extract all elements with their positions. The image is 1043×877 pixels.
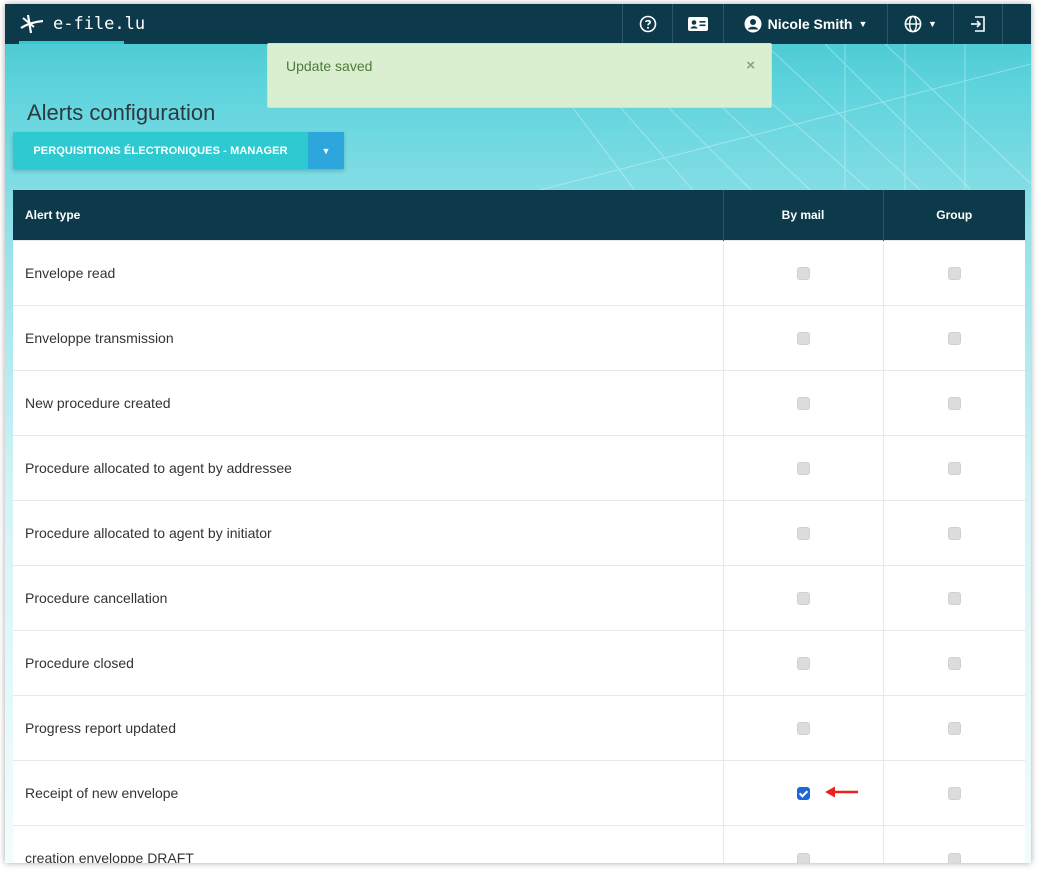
header-by-mail: By mail [723,190,884,240]
group-cell [883,759,1025,825]
app-window: e-file.lu Nicole Smith ▼ ▼ Update saved … [5,4,1031,863]
group-cell [883,369,1025,435]
by-mail-cell [723,239,884,305]
chevron-down-icon: ▼ [858,19,868,29]
table-row: Procedure closed [13,629,1025,695]
chevron-down-icon: ▼ [928,19,937,29]
alert-type-label: Procedure allocated to agent by initiato… [13,499,724,565]
alert-type-label: Enveloppe transmission [13,304,724,370]
table-row: Procedure allocated to agent by initiato… [13,499,1025,565]
by-mail-cell [723,759,884,825]
alert-type-label: creation enveloppe DRAFT [13,824,724,863]
user-name: Nicole Smith [767,16,853,32]
profile-selector-toggle[interactable]: ▼ [308,132,344,169]
chevron-down-icon: ▼ [321,145,331,156]
contacts-button[interactable] [672,4,723,44]
group-checkbox[interactable] [947,592,961,606]
group-cell [883,499,1025,565]
table-row: Progress report updated [13,694,1025,760]
alert-type-label: Procedure closed [13,629,724,695]
group-cell [883,694,1025,760]
alert-type-label: Procedure cancellation [13,564,724,630]
brand-logo-icon [20,14,44,34]
profile-selector-button[interactable]: PERQUISITIONS ÉLECTRONIQUES - MANAGER [13,132,308,169]
table-row: Receipt of new envelope [13,759,1025,825]
table-row: Procedure allocated to agent by addresse… [13,434,1025,500]
by-mail-cell [723,434,884,500]
success-alert: Update saved × [267,43,772,108]
by-mail-checkbox[interactable] [796,462,810,476]
header-group: Group [883,190,1025,240]
group-checkbox[interactable] [947,462,961,476]
question-circle-icon [639,15,656,33]
globe-icon [904,15,922,33]
group-checkbox[interactable] [947,332,961,346]
by-mail-checkbox[interactable] [796,592,810,606]
by-mail-checkbox[interactable] [796,787,810,801]
page-title: Alerts configuration [27,100,216,125]
by-mail-checkbox[interactable] [796,332,810,346]
brand-name: e-file.lu [53,14,146,34]
group-cell [883,629,1025,695]
profile-selector: PERQUISITIONS ÉLECTRONIQUES - MANAGER ▼ [13,132,344,169]
group-checkbox[interactable] [947,787,961,801]
by-mail-cell [723,369,884,435]
annotation-arrow-icon [824,786,858,797]
user-menu[interactable]: Nicole Smith ▼ [723,4,887,44]
alert-type-label: Receipt of new envelope [13,759,724,825]
group-cell [883,564,1025,630]
alert-type-label: Progress report updated [13,694,724,760]
table-row: New procedure created [13,369,1025,435]
alerts-table-body: Envelope read Enveloppe transmission New p… [13,239,1025,863]
by-mail-checkbox[interactable] [796,527,810,541]
by-mail-checkbox[interactable] [796,657,810,671]
table-header-row: Alert type By mail Group [13,190,1025,240]
logout-button[interactable] [953,4,1003,44]
by-mail-cell [723,564,884,630]
by-mail-cell [723,304,884,370]
group-checkbox[interactable] [947,852,961,863]
group-checkbox[interactable] [947,397,961,411]
by-mail-cell [723,694,884,760]
alert-type-label: Envelope read [13,239,724,305]
by-mail-checkbox[interactable] [796,852,810,863]
language-menu[interactable]: ▼ [887,4,953,44]
by-mail-cell [723,499,884,565]
alert-type-label: Procedure allocated to agent by addresse… [13,434,724,500]
help-button[interactable] [622,4,672,44]
group-cell [883,239,1025,305]
alert-type-label: New procedure created [13,369,724,435]
close-icon[interactable]: × [746,57,755,74]
by-mail-checkbox[interactable] [796,722,810,736]
group-checkbox[interactable] [947,267,961,281]
alert-message: Update saved [286,58,373,74]
group-checkbox[interactable] [947,722,961,736]
by-mail-checkbox[interactable] [796,397,810,411]
table-row: Envelope read [13,239,1025,305]
table-row: Enveloppe transmission [13,304,1025,370]
brand[interactable]: e-file.lu [19,4,145,44]
table-row: creation enveloppe DRAFT [13,824,1025,863]
user-circle-icon [744,15,762,33]
by-mail-cell [723,824,884,863]
contact-card-icon [688,17,708,31]
group-checkbox[interactable] [947,657,961,671]
by-mail-cell [723,629,884,695]
logout-icon [971,16,985,32]
header-alert-type: Alert type [13,190,724,240]
group-cell [883,824,1025,863]
by-mail-checkbox[interactable] [796,267,810,281]
table-row: Procedure cancellation [13,564,1025,630]
active-tab-indicator [19,41,124,44]
group-cell [883,304,1025,370]
group-checkbox[interactable] [947,527,961,541]
top-navbar: e-file.lu Nicole Smith ▼ ▼ [5,4,1031,44]
group-cell [883,434,1025,500]
alerts-table: Alert type By mail Group Envelope read En… [13,190,1025,863]
